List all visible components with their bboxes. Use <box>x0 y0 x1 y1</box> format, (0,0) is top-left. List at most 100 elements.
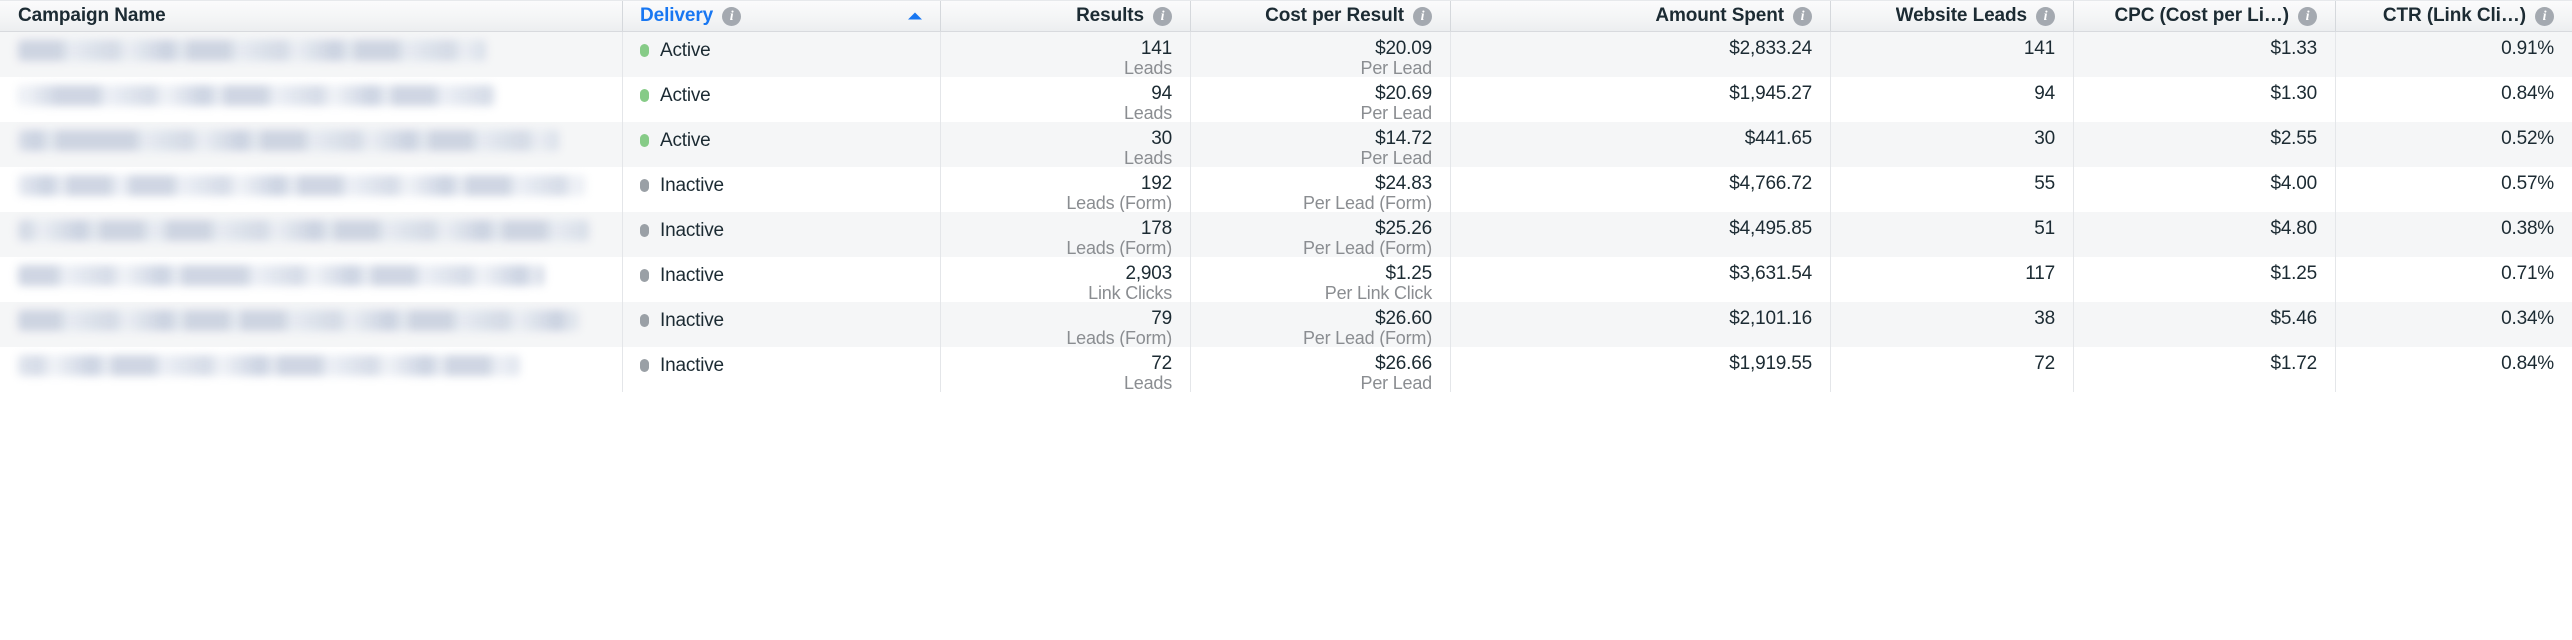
info-icon[interactable]: i <box>2036 6 2055 26</box>
table-row[interactable]: Active 141 Leads $20.09 Per Lead $2,833.24 141… <box>0 32 2572 77</box>
cell-results[interactable]: 178 Leads (Form) <box>940 212 1190 257</box>
info-icon[interactable]: i <box>1413 6 1432 26</box>
cell-website-leads[interactable]: 51 <box>1830 212 2073 257</box>
cell-results-unit: Leads <box>1123 148 1172 168</box>
info-icon[interactable]: i <box>2535 6 2554 26</box>
column-header-cost-per-result[interactable]: Cost per Result i <box>1190 1 1450 31</box>
cell-website-leads[interactable]: 30 <box>1830 122 2073 167</box>
info-icon[interactable]: i <box>722 6 742 26</box>
cell-cost-per-result[interactable]: $25.26 Per Lead (Form) <box>1190 212 1450 257</box>
cell-cost-per-result[interactable]: $1.25 Per Link Click <box>1190 257 1450 302</box>
status-dot-inactive-icon <box>640 224 649 237</box>
column-header-results[interactable]: Results i <box>940 1 1190 31</box>
cell-amount-spent[interactable]: $1,919.55 <box>1450 347 1830 392</box>
column-header-delivery[interactable]: Delivery i <box>622 1 940 31</box>
cell-amount-spent-value: $2,833.24 <box>1729 38 1812 59</box>
column-header-website-leads[interactable]: Website Leads i <box>1830 1 2073 31</box>
cell-website-leads[interactable]: 38 <box>1830 302 2073 347</box>
cell-cost-per-result-value: $14.72 <box>1375 128 1432 149</box>
table-row[interactable]: Active 30 Leads $14.72 Per Lead $441.65 30 $2.5… <box>0 122 2572 167</box>
cell-results-value: 192 <box>1140 173 1172 194</box>
cell-delivery[interactable]: Inactive <box>622 257 940 302</box>
cell-delivery[interactable]: Inactive <box>622 212 940 257</box>
cell-delivery[interactable]: Inactive <box>622 167 940 212</box>
cell-ctr[interactable]: 0.57% <box>2335 167 2572 212</box>
cell-cost-per-result[interactable]: $14.72 Per Lead <box>1190 122 1450 167</box>
cell-results[interactable]: 94 Leads <box>940 77 1190 122</box>
cell-ctr[interactable]: 0.52% <box>2335 122 2572 167</box>
cell-campaign-name[interactable] <box>0 167 622 212</box>
campaign-performance-table: Campaign Name Delivery i Results i Cost … <box>0 0 2572 640</box>
table-row[interactable]: Inactive 192 Leads (Form) $24.83 Per Lead (F… <box>0 167 2572 212</box>
info-icon[interactable]: i <box>1153 6 1172 26</box>
sort-ascending-arrow-icon[interactable] <box>908 12 922 20</box>
cell-cost-per-result-unit: Per Lead (Form) <box>1302 193 1432 213</box>
cell-cpc[interactable]: $1.25 <box>2073 257 2335 302</box>
cell-cpc[interactable]: $2.55 <box>2073 122 2335 167</box>
cell-delivery[interactable]: Inactive <box>622 302 940 347</box>
cell-ctr[interactable]: 0.91% <box>2335 32 2572 77</box>
cell-campaign-name[interactable] <box>0 212 622 257</box>
table-row[interactable]: Inactive 72 Leads $26.66 Per Lead $1,919.55 72… <box>0 347 2572 392</box>
cell-campaign-name[interactable] <box>0 302 622 347</box>
info-icon[interactable]: i <box>2298 6 2317 26</box>
column-header-campaign-name[interactable]: Campaign Name <box>0 1 622 31</box>
cell-cpc-value: $1.72 <box>2270 353 2317 374</box>
cell-website-leads[interactable]: 72 <box>1830 347 2073 392</box>
cell-cost-per-result[interactable]: $26.60 Per Lead (Form) <box>1190 302 1450 347</box>
cell-amount-spent[interactable]: $2,101.16 <box>1450 302 1830 347</box>
cell-delivery[interactable]: Active <box>622 122 940 167</box>
column-header-ctr[interactable]: CTR (Link Cli…) i <box>2335 1 2572 31</box>
column-header-amount-spent[interactable]: Amount Spent i <box>1450 1 1830 31</box>
cell-campaign-name[interactable] <box>0 347 622 392</box>
cell-website-leads[interactable]: 141 <box>1830 32 2073 77</box>
cell-results[interactable]: 2,903 Link Clicks <box>940 257 1190 302</box>
table-row[interactable]: Inactive 178 Leads (Form) $25.26 Per Lead (F… <box>0 212 2572 257</box>
cell-results[interactable]: 192 Leads (Form) <box>940 167 1190 212</box>
cell-ctr[interactable]: 0.84% <box>2335 77 2572 122</box>
cell-campaign-name[interactable] <box>0 77 622 122</box>
cell-ctr[interactable]: 0.34% <box>2335 302 2572 347</box>
cell-amount-spent[interactable]: $4,495.85 <box>1450 212 1830 257</box>
cell-campaign-name[interactable] <box>0 257 622 302</box>
cell-cpc[interactable]: $1.72 <box>2073 347 2335 392</box>
cell-amount-spent[interactable]: $4,766.72 <box>1450 167 1830 212</box>
cell-amount-spent[interactable]: $3,631.54 <box>1450 257 1830 302</box>
cell-amount-spent[interactable]: $2,833.24 <box>1450 32 1830 77</box>
cell-amount-spent[interactable]: $441.65 <box>1450 122 1830 167</box>
cell-delivery[interactable]: Active <box>622 77 940 122</box>
cell-cpc[interactable]: $1.30 <box>2073 77 2335 122</box>
table-row[interactable]: Active 94 Leads $20.69 Per Lead $1,945.27 94 $1… <box>0 77 2572 122</box>
cell-delivery[interactable]: Inactive <box>622 347 940 392</box>
column-header-label: CTR (Link Cli…) <box>2382 5 2526 26</box>
column-header-cpc[interactable]: CPC (Cost per Li…) i <box>2073 1 2335 31</box>
cell-delivery[interactable]: Active <box>622 32 940 77</box>
cell-results-unit: Leads <box>1123 103 1172 123</box>
column-header-label: Website Leads <box>1895 5 2027 26</box>
campaign-name-redacted <box>18 85 495 106</box>
cell-results[interactable]: 79 Leads (Form) <box>940 302 1190 347</box>
cell-cpc[interactable]: $4.00 <box>2073 167 2335 212</box>
table-row[interactable]: Inactive 79 Leads (Form) $26.60 Per Lead (Fo… <box>0 302 2572 347</box>
cell-website-leads[interactable]: 117 <box>1830 257 2073 302</box>
cell-results[interactable]: 72 Leads <box>940 347 1190 392</box>
cell-cpc[interactable]: $5.46 <box>2073 302 2335 347</box>
cell-website-leads[interactable]: 55 <box>1830 167 2073 212</box>
cell-results[interactable]: 30 Leads <box>940 122 1190 167</box>
cell-cost-per-result[interactable]: $20.09 Per Lead <box>1190 32 1450 77</box>
cell-website-leads[interactable]: 94 <box>1830 77 2073 122</box>
cell-cost-per-result[interactable]: $26.66 Per Lead <box>1190 347 1450 392</box>
cell-cpc[interactable]: $4.80 <box>2073 212 2335 257</box>
cell-cost-per-result[interactable]: $24.83 Per Lead (Form) <box>1190 167 1450 212</box>
table-row[interactable]: Inactive 2,903 Link Clicks $1.25 Per Link Cl… <box>0 257 2572 302</box>
cell-ctr[interactable]: 0.84% <box>2335 347 2572 392</box>
cell-cost-per-result[interactable]: $20.69 Per Lead <box>1190 77 1450 122</box>
cell-amount-spent[interactable]: $1,945.27 <box>1450 77 1830 122</box>
cell-campaign-name[interactable] <box>0 32 622 77</box>
cell-campaign-name[interactable] <box>0 122 622 167</box>
cell-ctr[interactable]: 0.71% <box>2335 257 2572 302</box>
cell-cpc[interactable]: $1.33 <box>2073 32 2335 77</box>
cell-results[interactable]: 141 Leads <box>940 32 1190 77</box>
info-icon[interactable]: i <box>1793 6 1812 26</box>
cell-ctr[interactable]: 0.38% <box>2335 212 2572 257</box>
